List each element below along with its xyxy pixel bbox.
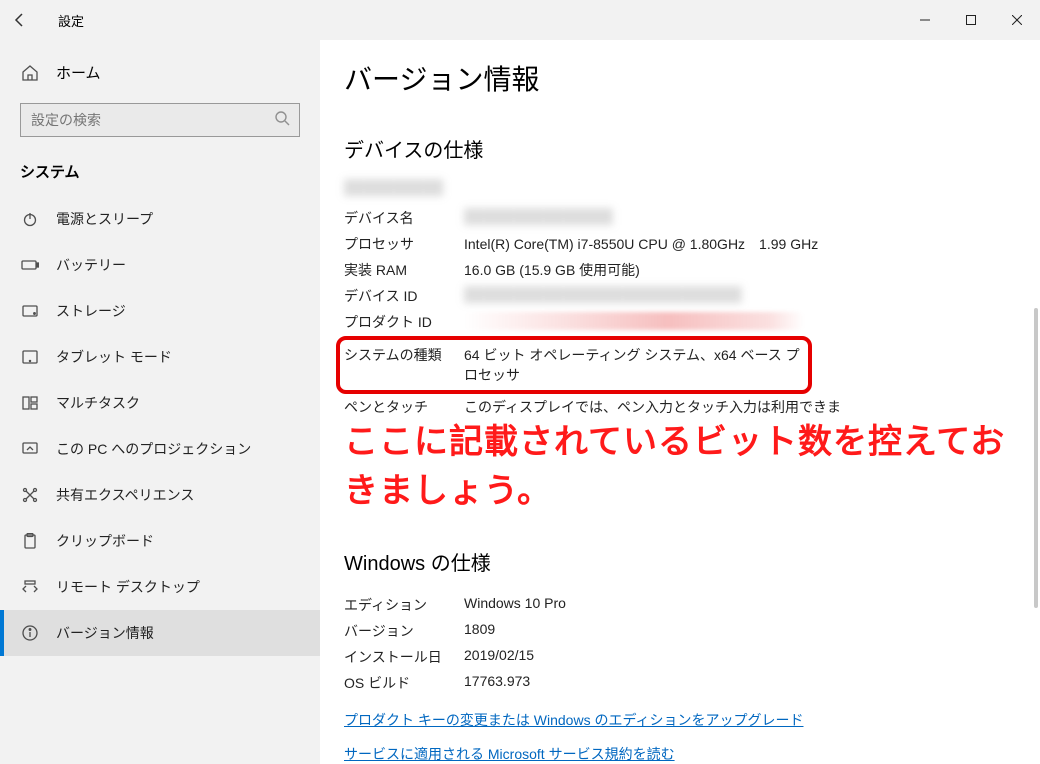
redacted-value: ████████████████████████████: [464, 286, 742, 302]
projection-icon: [20, 442, 40, 456]
sidebar-item-multitask[interactable]: マルチタスク: [0, 380, 320, 426]
sidebar-item-storage[interactable]: ストレージ: [0, 288, 320, 334]
spec-row-product-id: プロダクト ID: [344, 309, 1040, 336]
sidebar-item-remote[interactable]: リモート デスクトップ: [0, 564, 320, 610]
sidebar-item-about[interactable]: バージョン情報: [0, 610, 320, 656]
spec-row-processor: プロセッサ Intel(R) Core(TM) i7-8550U CPU @ 1…: [344, 231, 1040, 257]
clipboard-icon: [20, 533, 40, 549]
annotation-text: ここに記載されているビット数を控えておきましょう。: [344, 418, 1040, 517]
sidebar-item-label: 共有エクスペリエンス: [56, 485, 194, 505]
spec-row-pen-touch: ペンとタッチ このディスプレイでは、ペン入力とタッチ入力は利用できま: [344, 394, 1040, 420]
spec-row-osbuild: OS ビルド 17763.973: [344, 670, 1040, 696]
search-icon: [275, 111, 290, 129]
sidebar-item-battery[interactable]: バッテリー: [0, 242, 320, 288]
sidebar-item-power[interactable]: 電源とスリープ: [0, 196, 320, 242]
sidebar: ホーム システム 電源とスリープ バッテリー ストレージ: [0, 40, 320, 764]
spec-row-device-id: デバイス ID ████████████████████████████: [344, 283, 1040, 309]
sidebar-item-label: 電源とスリープ: [56, 209, 153, 229]
page-title: バージョン情報: [344, 58, 1040, 98]
windows-specs-heading: Windows の仕様: [344, 547, 1040, 576]
sidebar-item-projection[interactable]: この PC へのプロジェクション: [0, 426, 320, 472]
device-specs-heading: デバイスの仕様: [344, 134, 1040, 163]
highlighted-system-type-row: システムの種類 64 ビット オペレーティング システム、x64 ベース プロセ…: [336, 336, 812, 394]
sidebar-home-label: ホーム: [56, 62, 101, 83]
minimize-button[interactable]: [902, 0, 948, 40]
maximize-button[interactable]: [948, 0, 994, 40]
redacted-value: ███████████████: [464, 208, 613, 224]
multitask-icon: [20, 396, 40, 410]
sidebar-home[interactable]: ホーム: [0, 54, 320, 95]
remote-icon: [20, 580, 40, 594]
sidebar-item-label: バッテリー: [56, 255, 126, 275]
home-icon: [20, 64, 40, 82]
search-input[interactable]: [20, 103, 300, 137]
device-specs: ██████████ デバイス名 ███████████████ プロセッサ I…: [344, 179, 1040, 517]
storage-icon: [20, 305, 40, 317]
spec-row-version: バージョン 1809: [344, 618, 1040, 644]
battery-icon: [20, 259, 40, 271]
link-service-terms[interactable]: サービスに適用される Microsoft サービス規約を読む: [344, 744, 1040, 764]
window-titlebar: 設定: [0, 0, 1040, 40]
spec-row-device-name: デバイス名 ███████████████: [344, 205, 1040, 231]
shared-icon: [20, 487, 40, 503]
sidebar-item-clipboard[interactable]: クリップボード: [0, 518, 320, 564]
back-button[interactable]: [0, 0, 40, 40]
sidebar-category: システム: [0, 151, 320, 192]
sidebar-item-label: ストレージ: [56, 301, 126, 321]
link-product-key[interactable]: プロダクト キーの変更または Windows のエディションをアップグレード: [344, 710, 1040, 730]
window-title: 設定: [58, 11, 84, 30]
windows-specs: エディション Windows 10 Pro バージョン 1809 インストール日…: [344, 592, 1040, 696]
sidebar-item-tablet[interactable]: タブレット モード: [0, 334, 320, 380]
redacted-model: ██████████: [344, 179, 443, 195]
redacted-value: [464, 312, 804, 330]
sidebar-item-shared[interactable]: 共有エクスペリエンス: [0, 472, 320, 518]
content-pane: バージョン情報 デバイスの仕様 ██████████ デバイス名 ███████…: [320, 40, 1040, 764]
tablet-icon: [20, 350, 40, 364]
spec-row-edition: エディション Windows 10 Pro: [344, 592, 1040, 618]
sidebar-item-label: リモート デスクトップ: [56, 577, 200, 597]
sidebar-item-label: クリップボード: [56, 531, 154, 551]
power-icon: [20, 211, 40, 227]
close-button[interactable]: [994, 0, 1040, 40]
info-icon: [20, 625, 40, 641]
spec-row-installed: インストール日 2019/02/15: [344, 644, 1040, 670]
sidebar-item-label: マルチタスク: [56, 393, 140, 413]
scrollbar-thumb[interactable]: [1034, 308, 1038, 608]
sidebar-item-label: バージョン情報: [56, 623, 154, 643]
sidebar-item-label: タブレット モード: [56, 347, 172, 367]
sidebar-item-label: この PC へのプロジェクション: [56, 439, 251, 459]
spec-row-ram: 実装 RAM 16.0 GB (15.9 GB 使用可能): [344, 257, 1040, 283]
